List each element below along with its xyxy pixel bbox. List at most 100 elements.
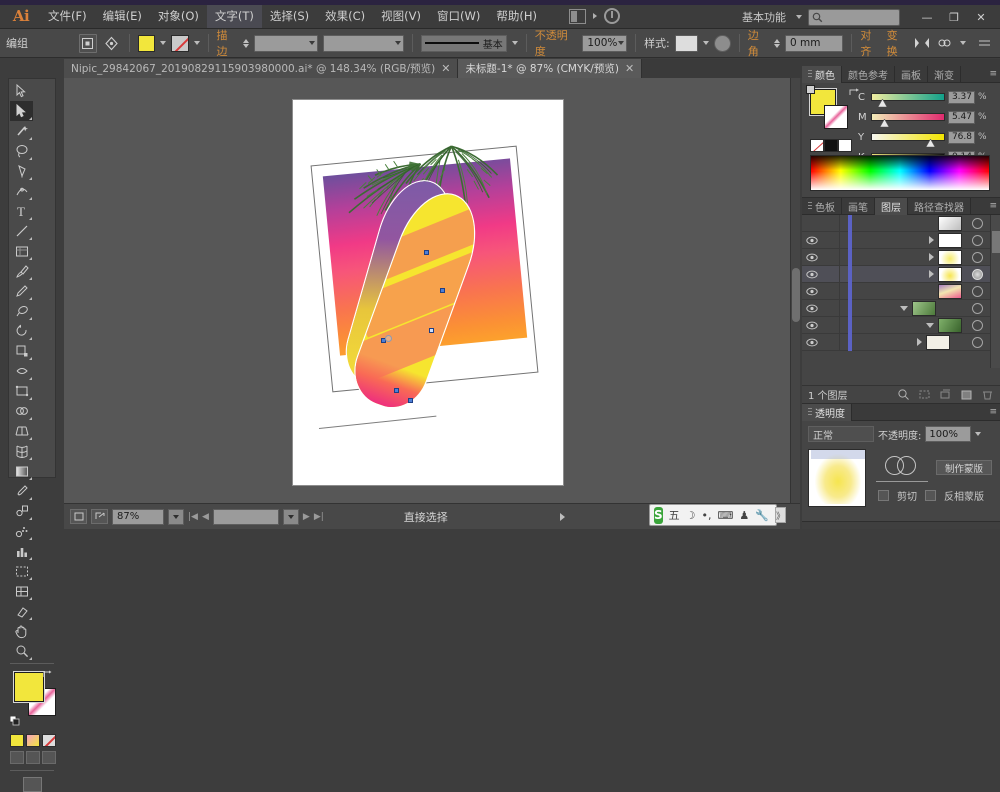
workspace-chevron-down-icon[interactable] xyxy=(796,15,802,19)
target-indicator[interactable] xyxy=(966,302,988,314)
make-mask-button[interactable]: 制作蒙版 xyxy=(936,460,992,475)
expand-chevron-right-icon[interactable] xyxy=(929,253,934,261)
table-row[interactable] xyxy=(802,282,1000,300)
status-chevron-right-icon[interactable] xyxy=(559,512,565,521)
zoom-tool[interactable] xyxy=(10,641,33,661)
menu-edit[interactable]: 编辑(E) xyxy=(95,4,150,28)
fill-color-swatch[interactable] xyxy=(137,34,156,52)
last-artboard-icon[interactable]: ▶| xyxy=(314,512,324,522)
layers-list[interactable] xyxy=(802,214,1000,385)
fit-artboard-icon[interactable] xyxy=(70,509,87,524)
path-anchor-point[interactable] xyxy=(429,328,434,333)
line-segment-tool[interactable] xyxy=(10,221,33,241)
visibility-toggle-icon[interactable] xyxy=(802,304,822,313)
collapse-chevron-down-icon[interactable] xyxy=(900,305,908,311)
brush-chevron-down-icon[interactable] xyxy=(511,41,518,45)
menu-effect[interactable]: 效果(C) xyxy=(317,4,373,28)
panel-options-icon[interactable] xyxy=(976,34,994,53)
expand-chevron-right-icon[interactable] xyxy=(929,236,934,244)
opacity-mask-icon[interactable] xyxy=(714,34,731,52)
slider-value-c[interactable]: 3.37 xyxy=(948,90,975,104)
recolor-artwork-icon[interactable] xyxy=(936,34,954,53)
slice-tool[interactable] xyxy=(10,581,33,601)
tab-color[interactable]: 颜色 xyxy=(802,65,842,83)
none-fill-mode-button[interactable] xyxy=(42,734,56,747)
symbol-sprayer-tool[interactable] xyxy=(10,521,33,541)
chevron-down-icon[interactable] xyxy=(395,41,402,45)
brush-definition-preview[interactable]: 基本 xyxy=(421,34,507,52)
draw-behind-button[interactable] xyxy=(26,751,40,764)
eyedropper-tool[interactable] xyxy=(10,481,33,501)
arrange-caret-icon[interactable] xyxy=(592,13,597,19)
ime-user-icon[interactable]: ♟ xyxy=(739,509,749,522)
table-row[interactable] xyxy=(802,248,1000,266)
free-transform-tool[interactable] xyxy=(10,381,33,401)
expand-chevron-right-icon[interactable] xyxy=(929,270,934,278)
menu-object[interactable]: 对象(O) xyxy=(150,4,207,28)
document-tab-2[interactable]: 未标题-1* @ 87% (CMYK/预览) ✕ xyxy=(458,59,643,78)
stroke-chevron-down-icon[interactable] xyxy=(193,41,200,45)
invert-mask-checkbox[interactable] xyxy=(925,490,936,501)
chevron-down-icon[interactable] xyxy=(308,41,315,45)
visibility-toggle-icon[interactable] xyxy=(802,287,822,296)
slider-track-y[interactable] xyxy=(871,133,945,147)
close-icon[interactable]: ✕ xyxy=(441,62,450,75)
path-anchor-point[interactable] xyxy=(408,398,413,403)
ime-settings-icon[interactable]: 🔧 xyxy=(755,509,769,522)
locate-object-icon[interactable] xyxy=(897,388,910,401)
tab-artboards[interactable]: 画板 xyxy=(895,65,928,83)
stroke-color-swatch[interactable] xyxy=(171,34,189,52)
color-fill-mode-button[interactable] xyxy=(10,734,24,747)
lock-toggle-icon[interactable] xyxy=(822,265,840,283)
table-row[interactable] xyxy=(802,333,1000,351)
target-indicator[interactable] xyxy=(966,268,988,280)
blend-tool[interactable] xyxy=(10,501,33,521)
canvas-area[interactable] xyxy=(64,78,800,503)
corner-radius-field[interactable]: 0 mm xyxy=(785,34,844,52)
fill-color-box[interactable] xyxy=(13,671,45,703)
target-indicator[interactable] xyxy=(966,251,988,263)
bridge-toggle-icon[interactable] xyxy=(603,8,620,24)
slider-track-m[interactable] xyxy=(871,113,945,127)
expand-chevron-right-icon[interactable] xyxy=(917,338,922,346)
perspective-grid-tool[interactable] xyxy=(10,421,33,441)
workspace-switcher-label[interactable]: 基本功能 xyxy=(738,7,790,27)
target-indicator[interactable] xyxy=(966,285,988,297)
menu-window[interactable]: 窗口(W) xyxy=(429,4,488,28)
ime-punctuation-icon[interactable]: •, xyxy=(702,509,712,522)
lock-toggle-icon[interactable] xyxy=(822,248,840,266)
stroke-weight-stepper[interactable] xyxy=(242,38,249,48)
scrollbar-thumb[interactable] xyxy=(792,268,800,322)
minimize-button[interactable]: — xyxy=(914,7,940,27)
tab-transparency[interactable]: 透明度 xyxy=(802,403,852,421)
visibility-toggle-icon[interactable] xyxy=(802,338,822,347)
menu-type[interactable]: 文字(T) xyxy=(206,4,262,28)
select-behind-icon[interactable] xyxy=(102,34,120,53)
lock-toggle-icon[interactable] xyxy=(822,299,840,317)
stroke-weight-label[interactable]: 描边 xyxy=(216,27,237,59)
selection-tool[interactable] xyxy=(10,81,33,101)
visibility-toggle-icon[interactable] xyxy=(802,253,822,262)
draw-normal-button[interactable] xyxy=(10,751,24,764)
close-icon[interactable]: ✕ xyxy=(625,62,634,75)
tab-layers[interactable]: 图层 xyxy=(875,197,908,215)
opacity-label[interactable]: 不透明度 xyxy=(535,27,578,59)
transform-label[interactable]: 变换 xyxy=(887,27,908,59)
scrollbar-thumb[interactable] xyxy=(992,231,1000,253)
zoom-level-field[interactable]: 87% xyxy=(112,508,164,525)
path-anchor-point[interactable] xyxy=(424,250,429,255)
black-color-swatch[interactable] xyxy=(824,139,838,152)
panel-menu-icon[interactable]: ≡ xyxy=(989,201,997,211)
prev-artboard-icon[interactable]: ◀ xyxy=(202,512,209,522)
target-indicator[interactable] xyxy=(966,217,988,229)
shape-builder-tool[interactable] xyxy=(10,401,33,421)
target-indicator[interactable] xyxy=(966,336,988,348)
search-input[interactable] xyxy=(808,8,900,26)
chevron-down-icon[interactable] xyxy=(618,41,625,45)
menu-file[interactable]: 文件(F) xyxy=(40,4,95,28)
isolate-selected-object-icon[interactable] xyxy=(78,33,98,53)
blend-mode-select[interactable]: 正常 xyxy=(808,426,874,442)
rotate-tool[interactable] xyxy=(10,321,33,341)
menu-select[interactable]: 选择(S) xyxy=(262,4,317,28)
close-button[interactable]: ✕ xyxy=(968,7,994,27)
